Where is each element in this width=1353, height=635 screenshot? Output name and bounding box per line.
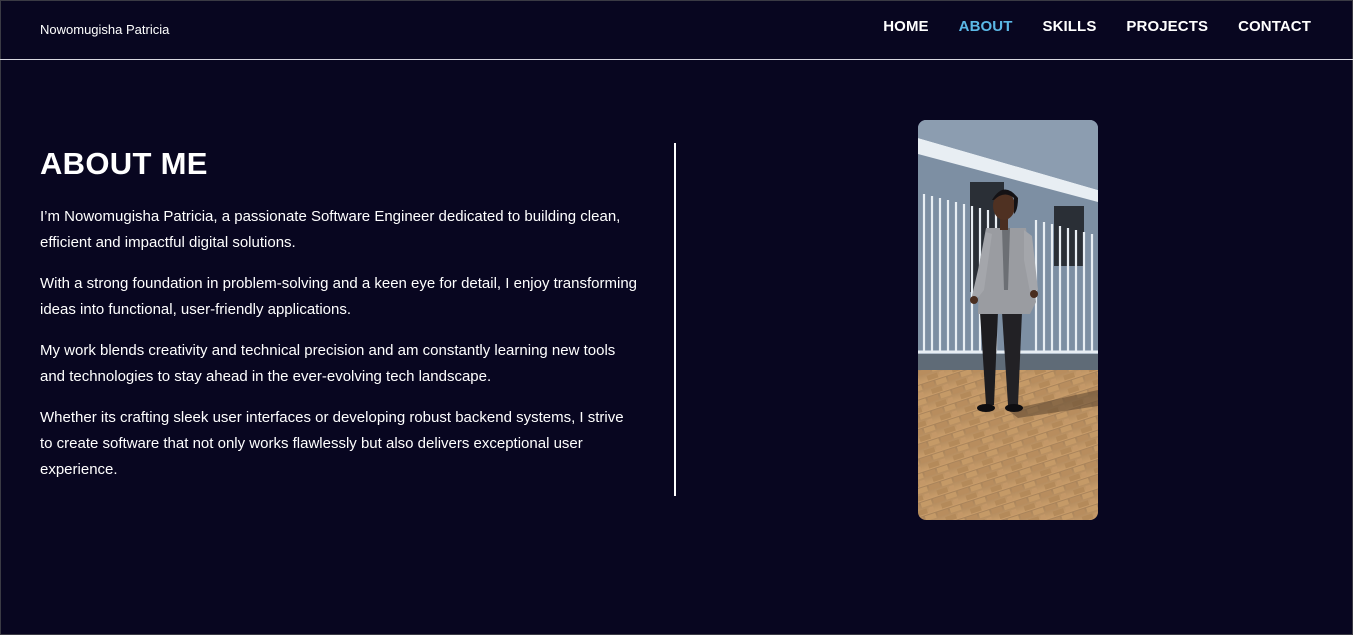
about-paragraph: Whether its crafting sleek user interfac… xyxy=(40,409,624,478)
about-paragraph: With a strong foundation in problem-solv… xyxy=(40,275,637,318)
nav-menu: HOME ABOUT SKILLS PROJECTS CONTACT xyxy=(883,18,1311,35)
about-paragraph: My work blends creativity and technical … xyxy=(40,342,616,385)
nav-link-contact[interactable]: CONTACT xyxy=(1238,18,1311,35)
brand-name[interactable]: Nowomugisha Patricia xyxy=(40,22,169,37)
about-paragraph: I’m Nowomugisha Patricia, a passionate S… xyxy=(40,208,621,251)
nav-link-home[interactable]: HOME xyxy=(883,18,928,35)
nav-link-about[interactable]: ABOUT xyxy=(959,18,1013,35)
section-title: ABOUT ME xyxy=(40,146,208,181)
about-text: I’m Nowomugisha Patricia, a passionate S… xyxy=(40,204,640,498)
navbar: Nowomugisha Patricia HOME ABOUT SKILLS P… xyxy=(0,0,1353,60)
nav-link-projects[interactable]: PROJECTS xyxy=(1126,18,1208,35)
nav-link-skills[interactable]: SKILLS xyxy=(1042,18,1096,35)
profile-photo xyxy=(918,120,1098,520)
vertical-divider xyxy=(674,143,676,496)
